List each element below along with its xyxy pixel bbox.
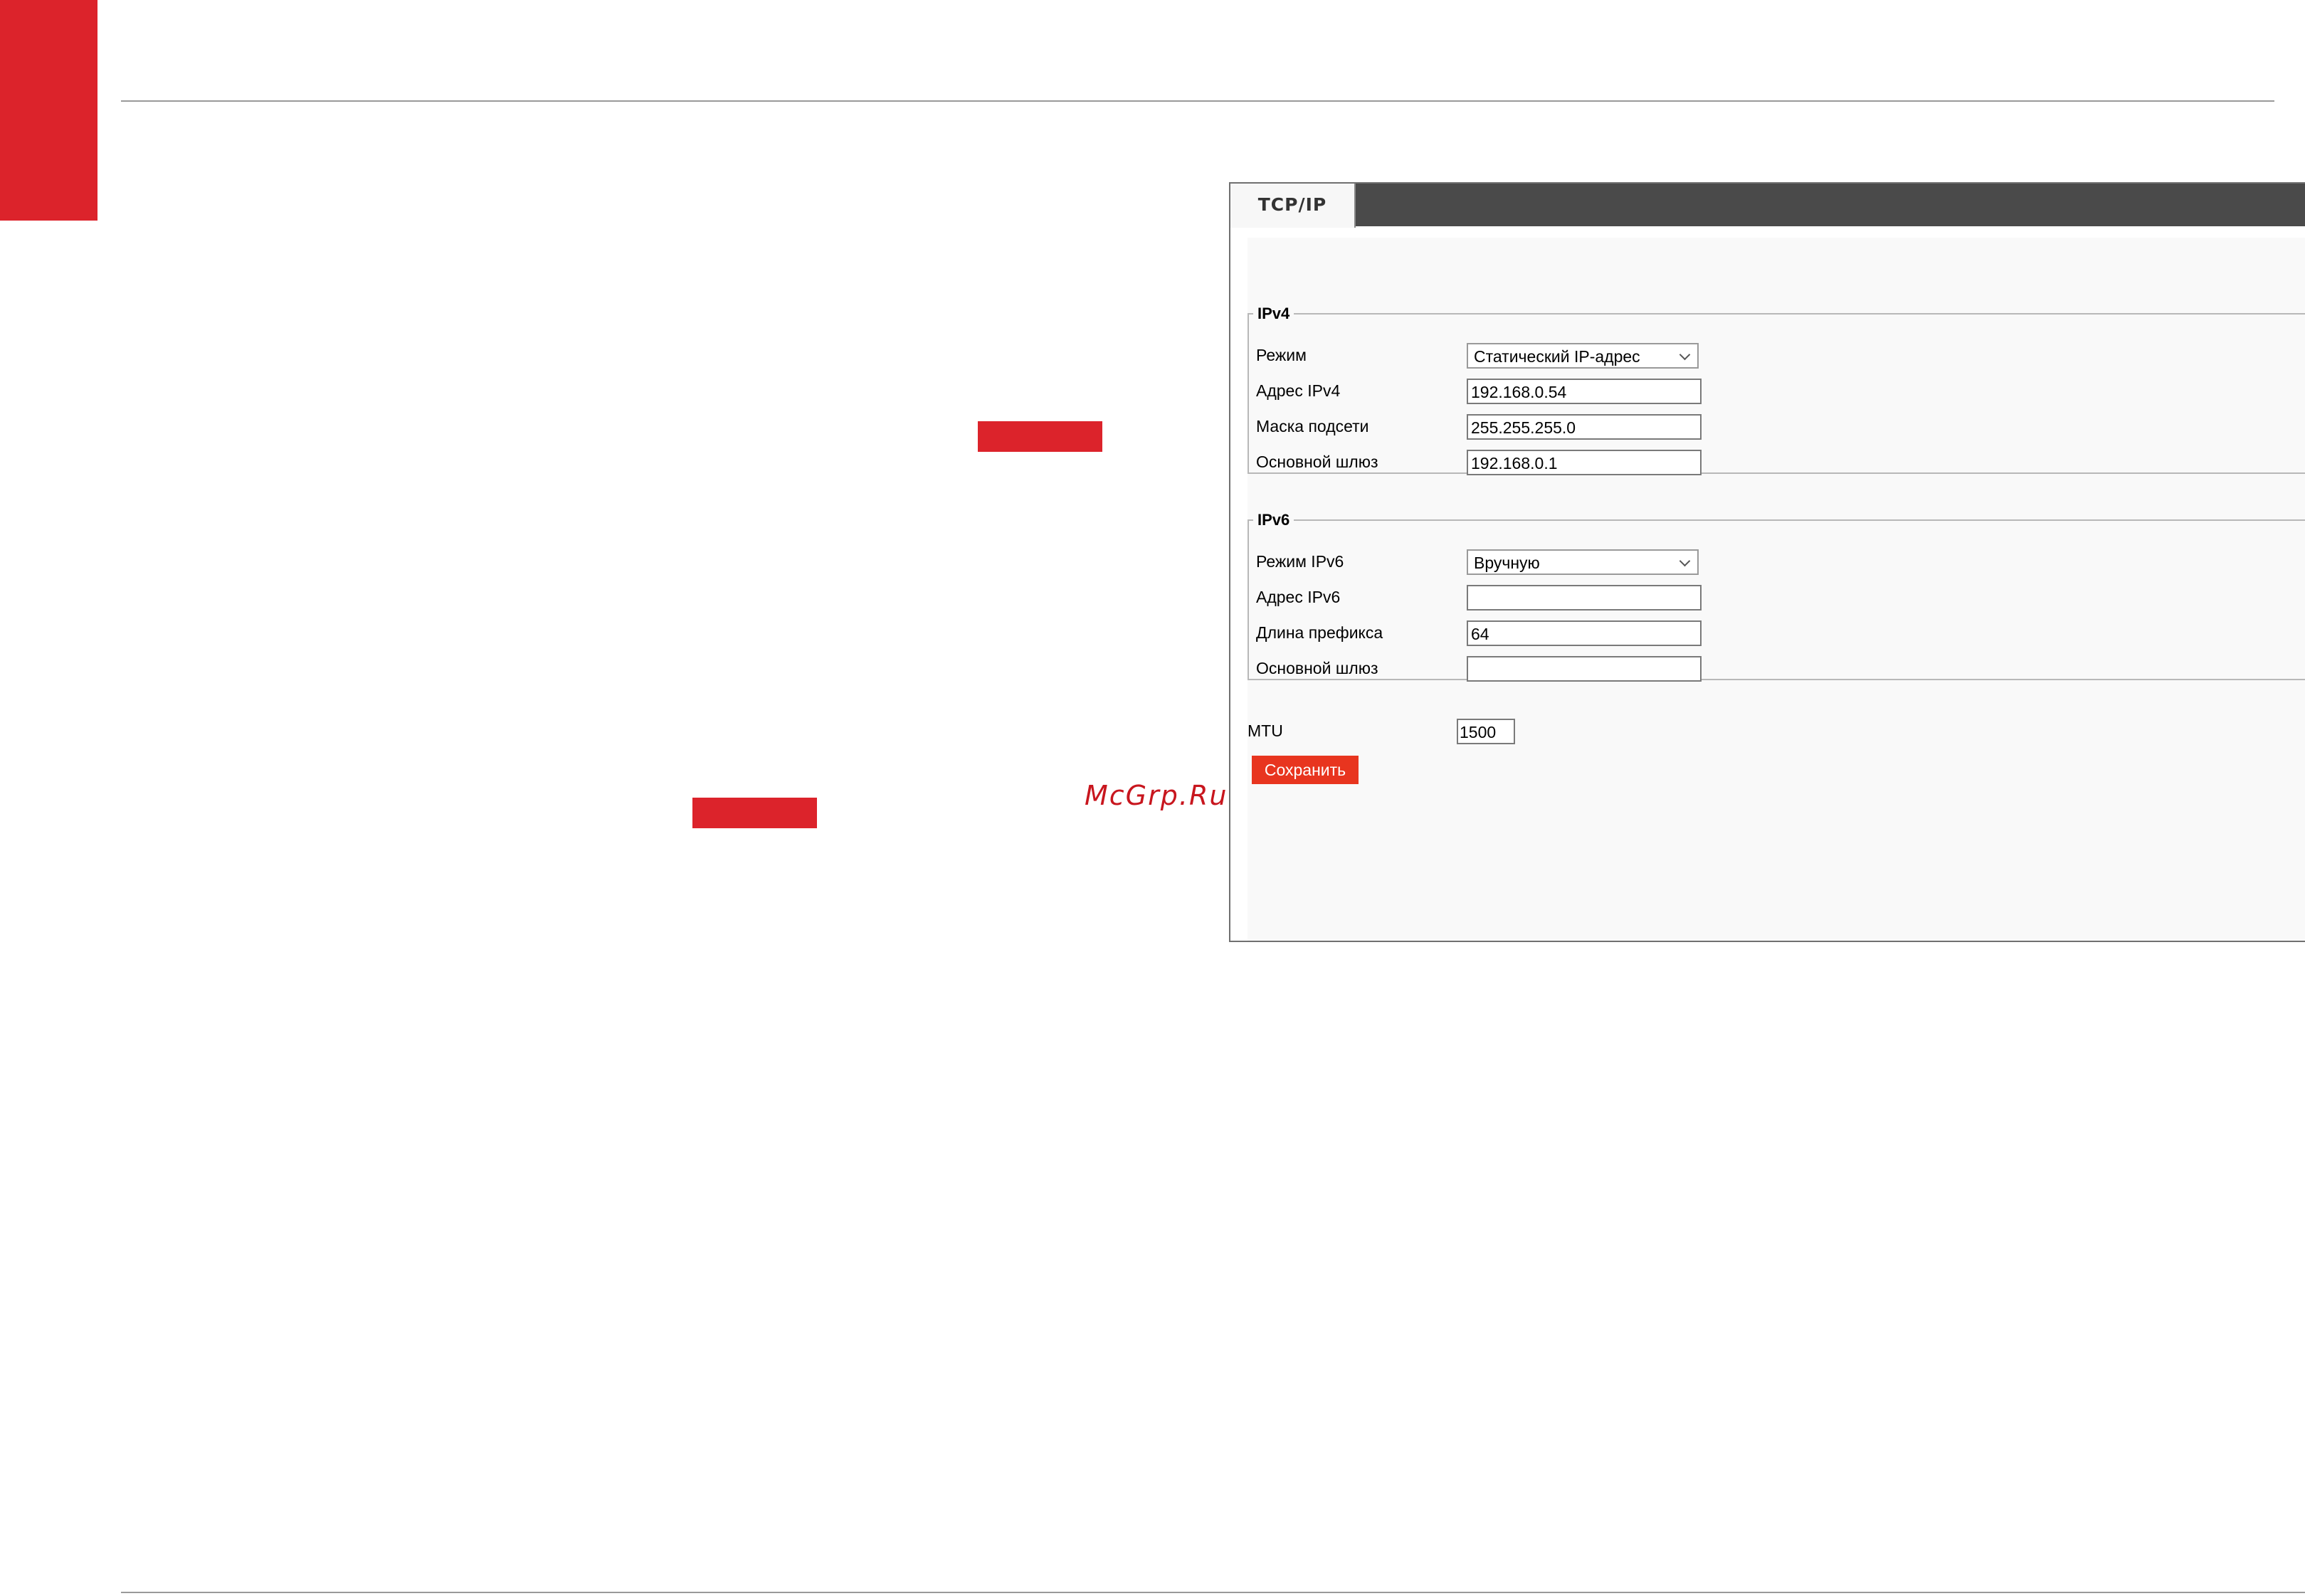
ipv6-mode-value: Вручную <box>1474 554 1540 572</box>
ipv6-gateway-label: Основной шлюз <box>1256 659 1378 677</box>
ipv4-group: IPv4 Режим Статический IP-адрес Адрес IP… <box>1248 305 2305 475</box>
ipv6-address-row: Адрес IPv6 <box>1256 585 1754 613</box>
document-page: McGrp.Ru TCP/IP IPv4 Режим Статический I… <box>0 0 2305 1596</box>
footer-rule <box>121 1592 2305 1593</box>
ipv4-mode-select[interactable]: Статический IP-адрес <box>1467 343 1699 369</box>
ipv4-mode-value: Статический IP-адрес <box>1474 347 1640 366</box>
tab-tcpip[interactable]: TCP/IP <box>1230 184 1356 228</box>
ipv4-mode-row: Режим Статический IP-адрес <box>1256 343 1754 371</box>
settings-content: IPv4 Режим Статический IP-адрес Адрес IP… <box>1248 238 2305 941</box>
subnet-mask-input[interactable]: 255.255.255.0 <box>1467 414 1702 440</box>
ipv6-mode-row: Режим IPv6 Вручную <box>1256 549 1754 578</box>
ipv4-legend: IPv4 <box>1257 305 1290 322</box>
ipv6-gateway-input[interactable] <box>1467 656 1702 682</box>
ipv4-mode-label: Режим <box>1256 346 1307 364</box>
red-corner-tab <box>0 0 97 221</box>
prefix-length-row: Длина префикса 64 <box>1256 620 1754 649</box>
mtu-row: MTU 1500 <box>1248 719 1603 747</box>
ipv6-address-label: Адрес IPv6 <box>1256 588 1341 606</box>
red-highlight-block <box>692 798 817 828</box>
ipv4-gateway-row: Основной шлюз 192.168.0.1 <box>1256 450 1754 478</box>
tcpip-settings-panel: TCP/IP IPv4 Режим Статический IP-адрес А… <box>1229 182 2305 942</box>
mtu-label: MTU <box>1248 722 1283 740</box>
red-highlight-block <box>978 421 1102 452</box>
ipv6-address-input[interactable] <box>1467 585 1702 611</box>
chevron-down-icon[interactable] <box>1679 555 1691 567</box>
header-rule <box>121 100 2274 102</box>
prefix-length-label: Длина префикса <box>1256 623 1383 642</box>
subnet-mask-row: Маска подсети 255.255.255.0 <box>1256 414 1754 443</box>
ipv4-gateway-input[interactable]: 192.168.0.1 <box>1467 450 1702 475</box>
ipv6-gateway-row: Основной шлюз <box>1256 656 1754 685</box>
ipv4-address-label: Адрес IPv4 <box>1256 381 1341 400</box>
save-button[interactable]: Сохранить <box>1252 756 1359 784</box>
ipv4-address-input[interactable]: 192.168.0.54 <box>1467 379 1702 404</box>
watermark: McGrp.Ru <box>1085 780 1228 811</box>
ipv6-mode-label: Режим IPv6 <box>1256 552 1344 571</box>
tab-bar: TCP/IP <box>1230 184 2305 228</box>
ipv6-group: IPv6 Режим IPv6 Вручную Адрес IPv6 Длина… <box>1248 511 2305 682</box>
ipv4-address-row: Адрес IPv4 192.168.0.54 <box>1256 379 1754 407</box>
ipv4-gateway-label: Основной шлюз <box>1256 453 1378 471</box>
prefix-length-input[interactable]: 64 <box>1467 620 1702 646</box>
chevron-down-icon[interactable] <box>1679 349 1691 361</box>
ipv6-mode-select[interactable]: Вручную <box>1467 549 1699 575</box>
mtu-input[interactable]: 1500 <box>1457 719 1515 744</box>
ipv6-legend: IPv6 <box>1257 511 1290 529</box>
subnet-mask-label: Маска подсети <box>1256 417 1369 435</box>
